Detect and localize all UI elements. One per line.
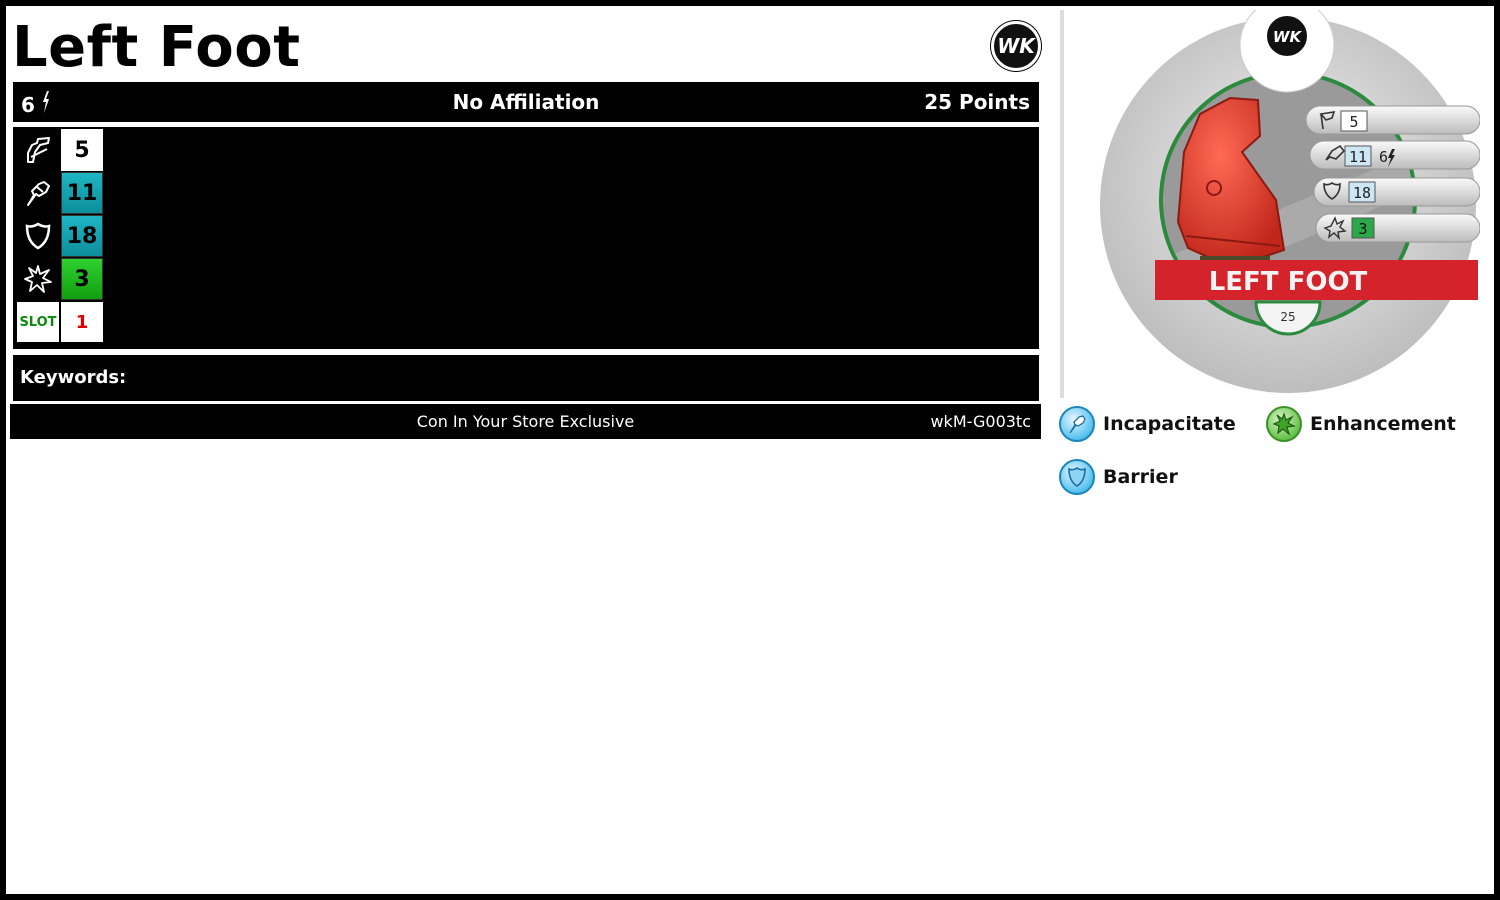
attack-value: 11	[61, 172, 103, 214]
power-label: Incapacitate	[1103, 413, 1236, 435]
stat-row-slot: SLOT 1	[17, 302, 105, 344]
dial-image: 5 11 6 18 3 LEFT FOOT 25 WK	[1060, 0, 1481, 400]
power-barrier: Barrier	[1059, 459, 1178, 495]
keywords-bar: Keywords:	[13, 355, 1039, 401]
power-label: Barrier	[1103, 466, 1178, 488]
dial-range: 6	[1379, 148, 1388, 166]
stat-row-damage: 3	[17, 258, 105, 300]
shield-icon	[1059, 459, 1095, 495]
stat-row-defense: 18	[17, 215, 105, 257]
damage-value: 3	[61, 258, 103, 300]
shield-defense-icon	[17, 215, 59, 257]
info-bar: 6 No Affiliation 25 Points	[13, 82, 1039, 122]
fist-icon	[1059, 406, 1095, 442]
dial-wk-logo: WK	[1273, 28, 1303, 46]
set-code: wkM-G003tc	[930, 412, 1031, 431]
power-incapacitate: Incapacitate	[1059, 406, 1236, 442]
slot-label: SLOT	[17, 302, 59, 342]
edition-label: Con In Your Store Exclusive	[416, 412, 635, 431]
boot-speed-icon	[17, 129, 59, 171]
wizkids-logo: WK	[991, 21, 1041, 71]
character-name: Left Foot	[12, 15, 301, 80]
footer-bar: Con In Your Store Exclusive wkM-G003tc	[10, 404, 1041, 439]
speed-value: 5	[61, 129, 103, 171]
power-enhancement: Enhancement	[1266, 406, 1456, 442]
slot-value: 1	[61, 302, 103, 342]
dial-points: 25	[1280, 310, 1295, 324]
points-value: 25 Points	[924, 90, 1030, 114]
dial-name: LEFT FOOT	[1209, 267, 1368, 297]
stat-row-attack: 11	[17, 172, 105, 214]
stats-block: 5 11 18 3 SLOT 1	[13, 127, 1039, 349]
affiliation: No Affiliation	[452, 90, 600, 114]
stat-row-speed: 5	[17, 129, 105, 171]
dial-artwork: 5 11 6 18 3 LEFT FOOT 25 WK	[1100, 0, 1481, 393]
burst-damage-icon	[17, 258, 59, 300]
dial-defense: 18	[1353, 184, 1371, 202]
dial-damage: 3	[1358, 220, 1367, 238]
dial-speed: 5	[1349, 113, 1358, 131]
fist-attack-icon	[17, 172, 59, 214]
dial-card: Left Foot WK 6 No Affiliation 25 Points …	[6, 0, 1494, 894]
power-label: Enhancement	[1310, 413, 1456, 435]
burst-icon	[1266, 406, 1302, 442]
dial-attack: 11	[1349, 148, 1367, 166]
defense-value: 18	[61, 215, 103, 257]
dial-image-edge	[1060, 10, 1064, 398]
